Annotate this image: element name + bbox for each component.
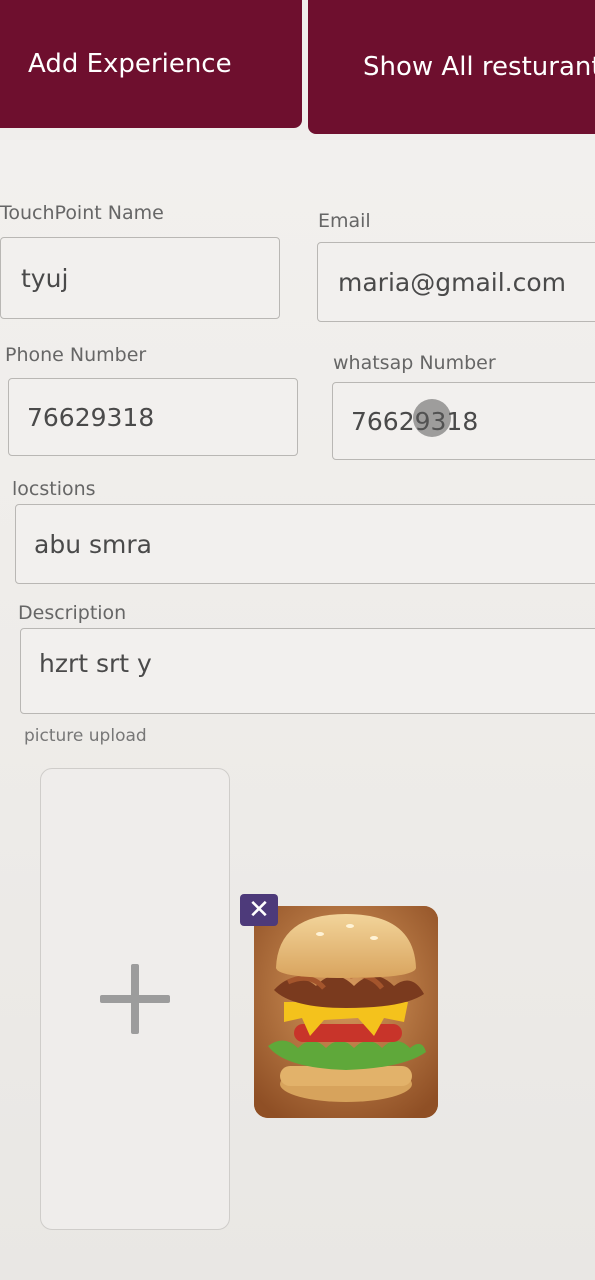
touchpoint-name-label: TouchPoint Name [0,202,164,224]
email-label: Email [318,210,371,232]
description-value: hzrt srt y [39,649,152,678]
description-textarea[interactable]: hzrt srt y [20,628,595,714]
description-label: Description [18,602,127,624]
uploaded-image-thumbnail [254,906,438,1118]
show-all-label: Show All resturant [363,52,595,82]
location-label: locstions [12,478,96,500]
location-input[interactable]: abu smra [15,504,595,584]
burger-image [254,906,438,1118]
plus-icon [100,964,170,1034]
add-experience-button[interactable]: Add Experience [0,0,302,128]
email-value: maria@gmail.com [338,267,566,297]
whatsapp-number-label: whatsap Number [333,352,496,374]
top-bar: Add Experience Show All resturant [0,0,595,140]
whatsapp-number-input[interactable]: 76629318 [332,382,595,460]
touchpoint-name-value: tyuj [21,263,69,293]
phone-number-input[interactable]: 76629318 [8,378,298,456]
show-all-restaurants-button[interactable]: Show All resturant [308,0,595,134]
add-experience-label: Add Experience [28,49,232,79]
close-icon: ✕ [248,895,270,925]
location-value: abu smra [34,529,152,559]
email-input[interactable]: maria@gmail.com [317,242,595,322]
remove-image-button[interactable]: ✕ [240,894,278,926]
picture-upload-dropzone[interactable] [40,768,230,1230]
touchpoint-name-input[interactable]: tyuj [0,237,280,319]
picture-upload-label: picture upload [24,726,147,746]
phone-number-value: 76629318 [27,402,155,432]
whatsapp-number-value: 76629318 [351,406,479,436]
phone-number-label: Phone Number [5,344,147,366]
